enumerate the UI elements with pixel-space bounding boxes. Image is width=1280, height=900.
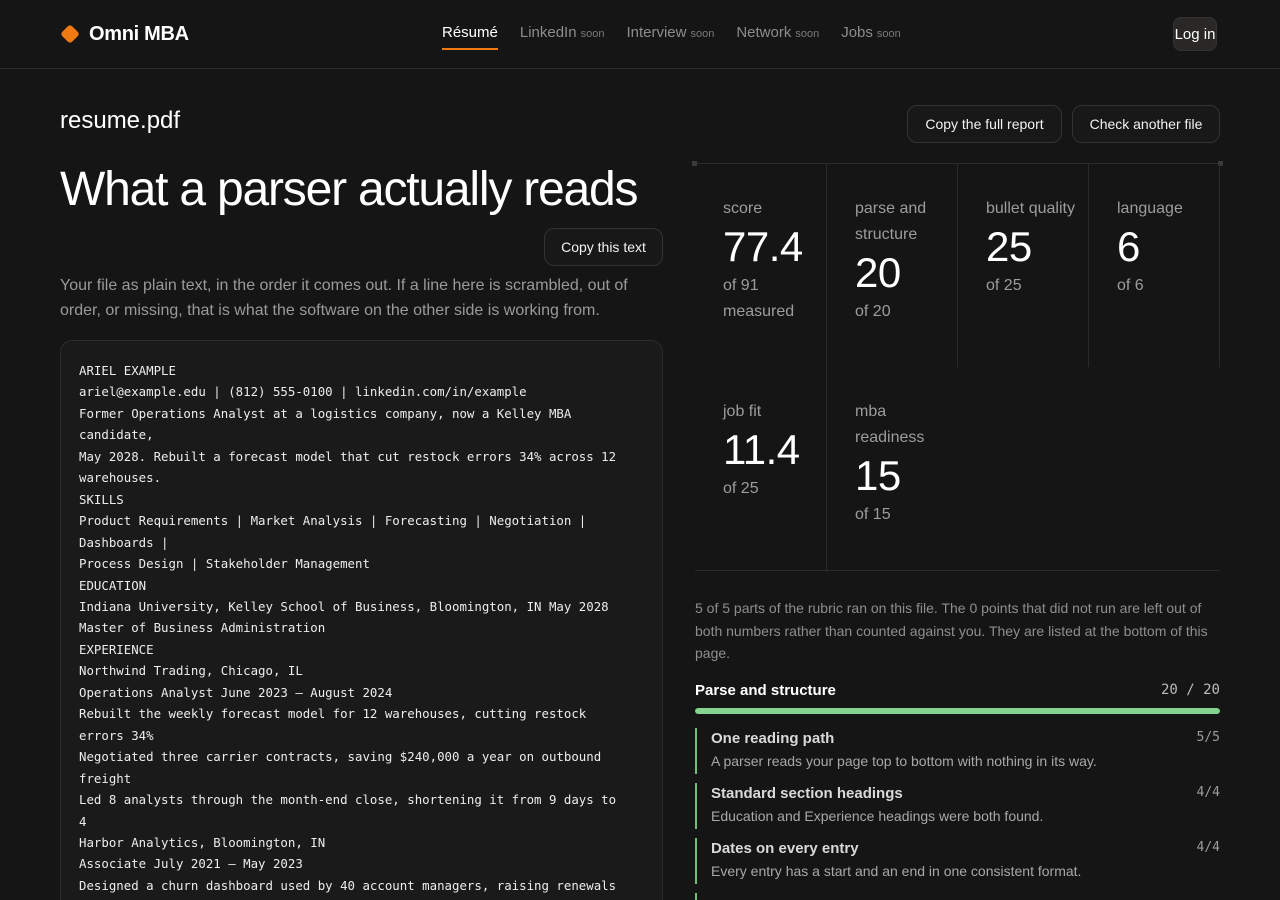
check-item: One reading path A parser reads your pag…: [695, 728, 1220, 774]
main-nav: Résumé LinkedIn soon Interview soon Networ…: [442, 24, 901, 50]
file-name: resume.pdf: [60, 107, 181, 134]
nav-label: Jobs: [841, 24, 873, 41]
progress-fill: [695, 708, 1220, 714]
soon-badge: soon: [690, 28, 715, 40]
score-cell-job-fit: job fit 11.4 of 25: [695, 367, 827, 572]
check-score: 4/4: [1196, 785, 1220, 800]
score-cell-language: language 6 of 6: [1089, 164, 1220, 367]
score-label: bullet quality: [986, 200, 1075, 217]
score-of: of 25: [723, 480, 759, 497]
nav-label: Résumé: [442, 24, 498, 41]
check-item-partial: [695, 893, 1220, 900]
brand-name: Omni MBA: [89, 22, 189, 45]
soon-badge: soon: [580, 28, 605, 40]
score-value: 6: [1117, 223, 1140, 270]
check-title: Dates on every entry: [711, 840, 859, 857]
copy-text-button[interactable]: Copy this text: [544, 228, 663, 266]
check-item: Dates on every entry Every entry has a s…: [695, 838, 1220, 884]
score-label: job fit: [723, 403, 762, 420]
login-button[interactable]: Log in: [1173, 17, 1217, 51]
check-item: Standard section headings Education and …: [695, 783, 1220, 829]
brand-logo[interactable]: Omni MBA: [60, 21, 189, 47]
score-cell-mba: mba readiness 15 of 15: [827, 367, 958, 572]
nav-item-linkedin[interactable]: LinkedIn soon: [520, 24, 605, 50]
check-title: One reading path: [711, 730, 835, 747]
section-header: Parse and structure 20 / 20: [695, 682, 1220, 699]
nav-label: Interview: [626, 24, 687, 41]
check-score: 4/4: [1196, 840, 1220, 855]
nav-label: LinkedIn: [519, 24, 577, 41]
soon-badge: soon: [795, 28, 820, 40]
nav-item-interview[interactable]: Interview soon: [626, 24, 714, 50]
score-value: 77.4: [723, 223, 803, 270]
score-value: 25: [986, 223, 1032, 270]
page-title: What a parser actually reads: [60, 163, 639, 216]
score-label: score: [723, 200, 763, 217]
extracted-text-panel[interactable]: ARIEL EXAMPLE ariel@example.edu | (812) …: [60, 340, 663, 900]
score-of: of 6: [1117, 277, 1144, 294]
nav-item-resume[interactable]: Résumé: [442, 24, 498, 50]
score-value: 15: [855, 452, 901, 499]
extracted-text: ARIEL EXAMPLE ariel@example.edu | (812) …: [79, 363, 617, 893]
score-cell-total: score 77.4 of 91 measured: [695, 164, 827, 367]
score-grid: score 77.4 of 91 measured parse and stru…: [692, 161, 1223, 572]
top-bar: Omni MBA Résumé LinkedIn soon Interview so…: [0, 0, 1280, 69]
check-another-file-button[interactable]: Check another file: [1072, 105, 1220, 143]
score-of: of 25: [986, 277, 1022, 294]
score-value: 20: [855, 249, 901, 296]
copy-report-button[interactable]: Copy the full report: [907, 105, 1062, 143]
score-label: mba readiness: [855, 403, 925, 446]
section-title: Parse and structure: [695, 682, 836, 699]
check-title: Standard section headings: [711, 785, 903, 802]
score-cell-bullets: bullet quality 25 of 25: [958, 164, 1089, 367]
nav-label: Network: [736, 24, 792, 41]
rubric-note: 5 of 5 parts of the rubric ran on this f…: [695, 600, 1208, 661]
nav-item-jobs[interactable]: Jobs soon: [841, 24, 901, 50]
section-score: 20 / 20: [1160, 682, 1220, 698]
parser-intro: Your file as plain text, in the order it…: [60, 277, 628, 319]
check-description: Every entry has a start and an end in on…: [711, 863, 1082, 879]
section-progress-bar: [695, 708, 1220, 714]
score-value: 11.4: [723, 426, 800, 473]
diamond-logo-icon: [60, 24, 80, 44]
check-description: A parser reads your page top to bottom w…: [711, 753, 1097, 769]
score-of: of 15: [855, 506, 891, 523]
nav-item-network[interactable]: Network soon: [736, 24, 819, 50]
check-description: Education and Experience headings were b…: [711, 808, 1044, 824]
check-score: 5/5: [1196, 730, 1220, 745]
score-of: of 91 measured: [723, 277, 795, 320]
score-label: language: [1117, 200, 1183, 217]
score-label: parse and structure: [855, 200, 927, 243]
score-cell-parse: parse and structure 20 of 20: [827, 164, 958, 367]
score-of: of 20: [855, 303, 891, 320]
soon-badge: soon: [876, 28, 901, 40]
